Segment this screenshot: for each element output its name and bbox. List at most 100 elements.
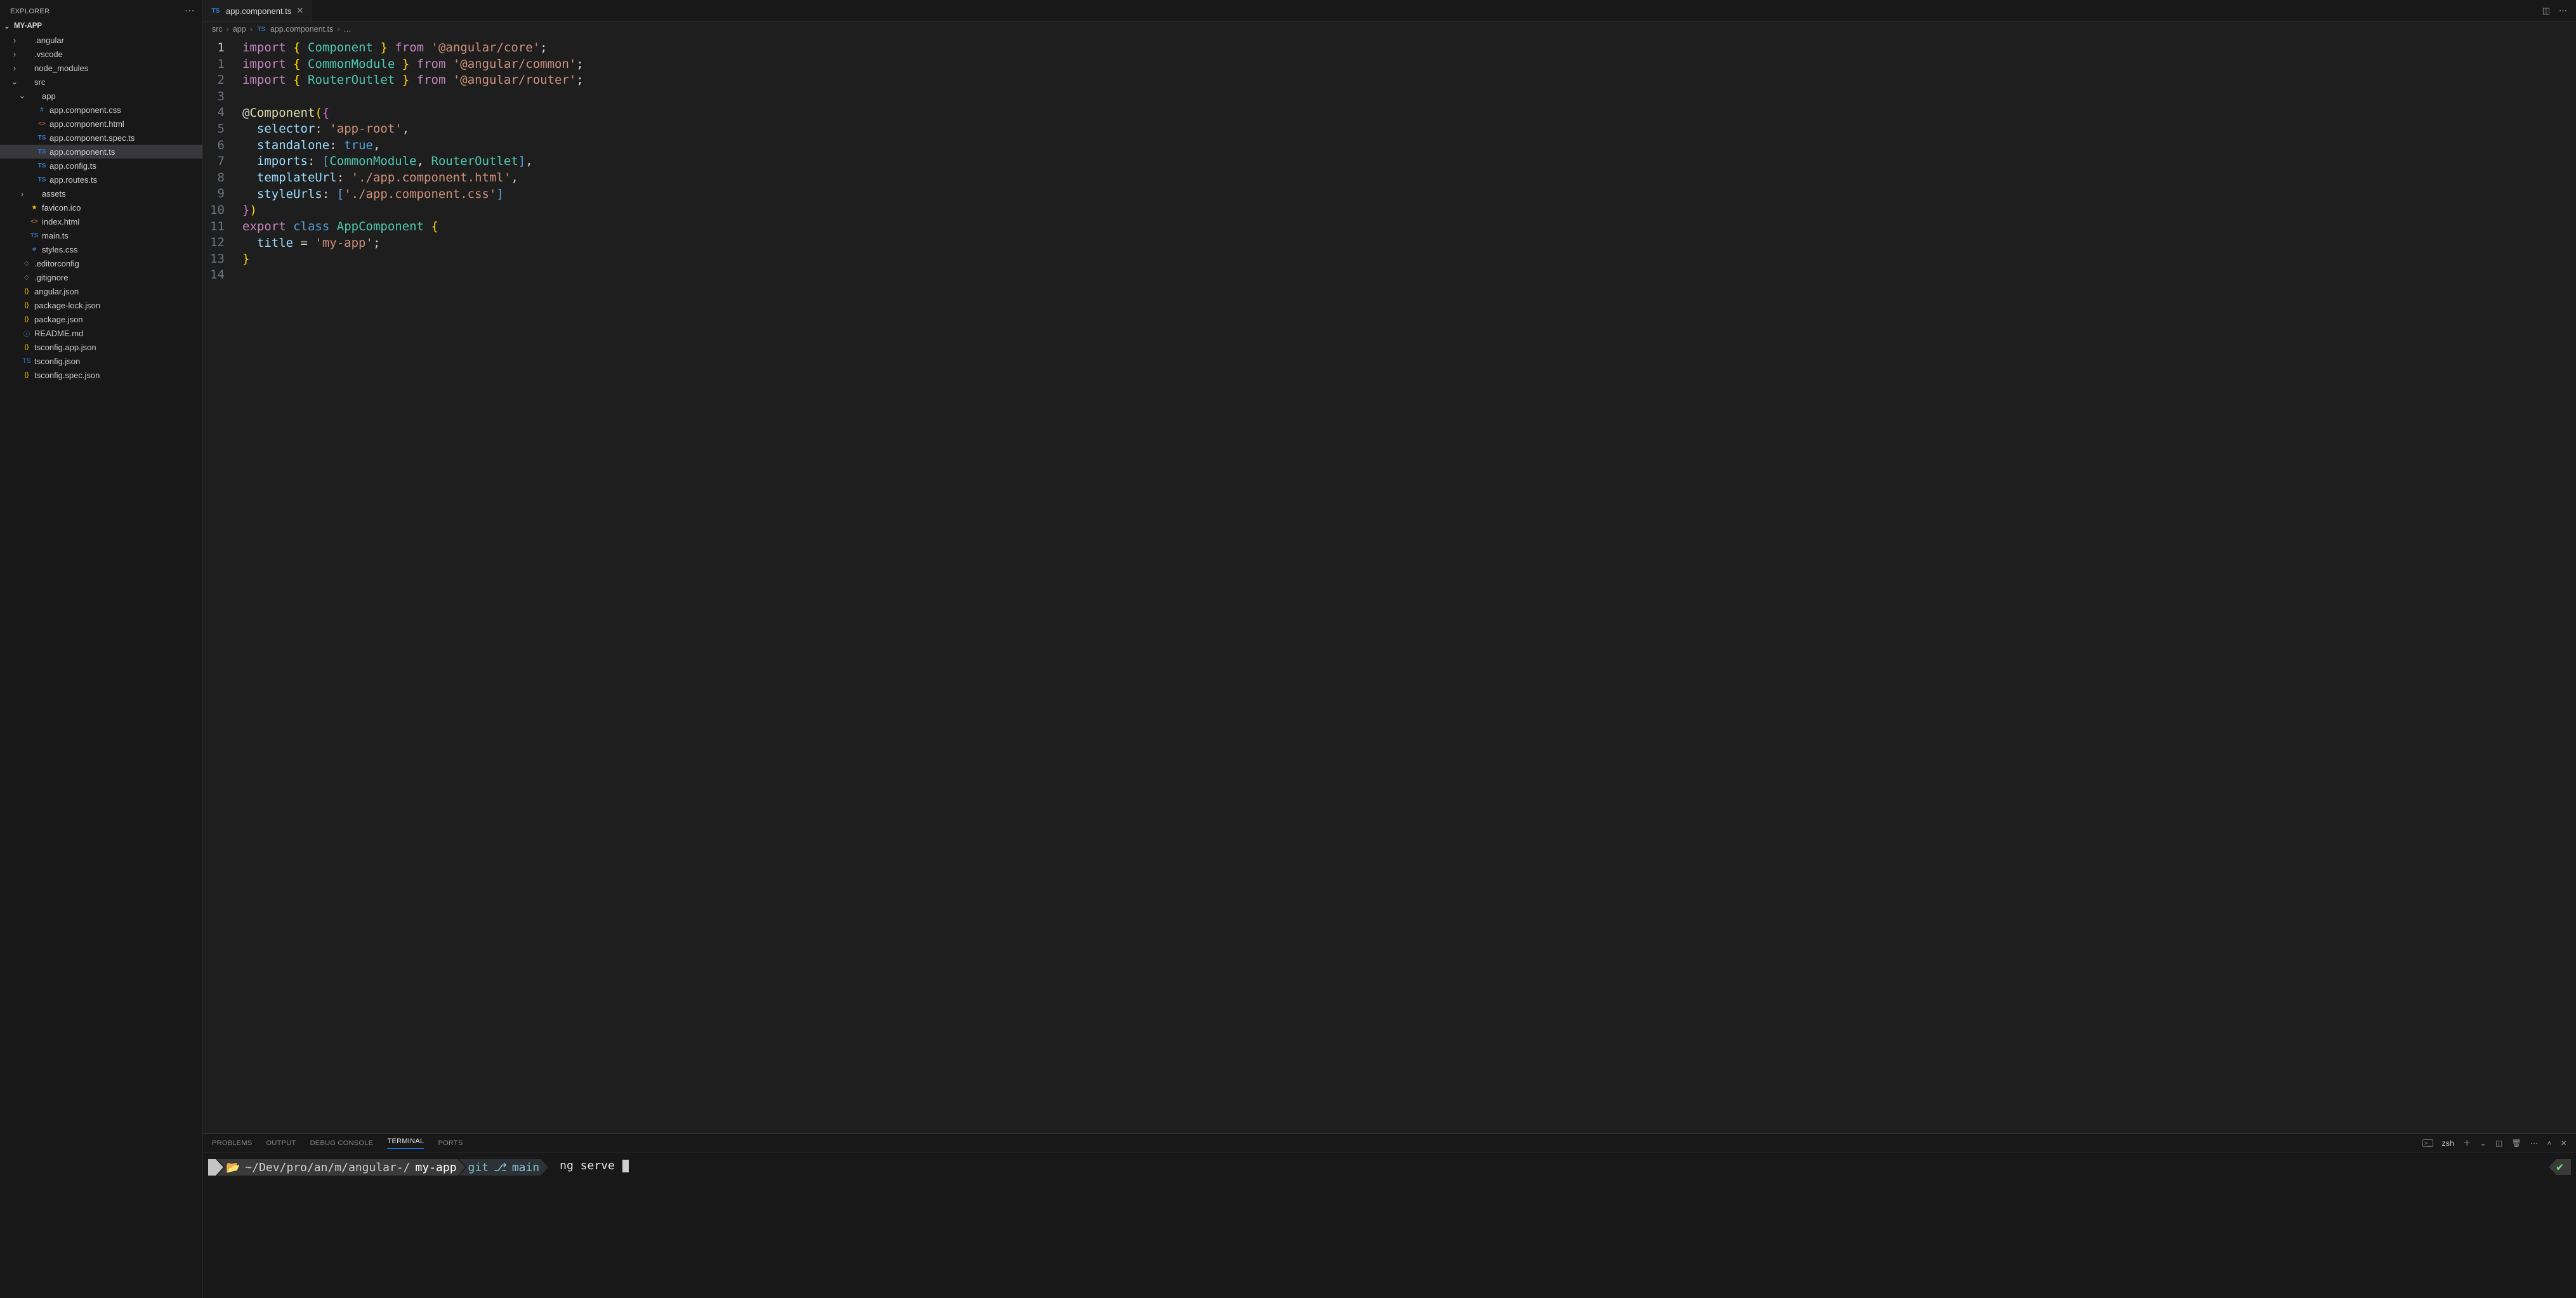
editor-tab[interactable]: TS app.component.ts ✕: [203, 0, 312, 21]
chevron-right-icon[interactable]: ›: [10, 49, 19, 59]
json-icon: {}: [22, 300, 32, 310]
panel-more-icon[interactable]: ⋯: [2530, 1139, 2538, 1148]
terminal-dropdown-icon[interactable]: ⌄: [2480, 1139, 2486, 1148]
branch-name: main: [512, 1161, 539, 1174]
chevron-down-icon: ⌄: [3, 22, 11, 30]
tree-file[interactable]: ★favicon.ico: [0, 200, 202, 214]
line-gutter: 11234567891011121314: [203, 40, 239, 1133]
status-ok-icon: ✔: [2549, 1159, 2571, 1175]
chevron-right-icon: ›: [250, 25, 253, 34]
info-icon: ⓘ: [22, 328, 32, 338]
chevron-right-icon[interactable]: ›: [18, 189, 27, 199]
tree-label: tsconfig.spec.json: [34, 370, 100, 380]
tree-label: package.json: [34, 315, 83, 324]
fold-icon: [22, 77, 32, 87]
tree-folder[interactable]: › .vscode: [0, 47, 202, 61]
tree-folder[interactable]: › node_modules: [0, 61, 202, 75]
panel-maximize-icon[interactable]: ˄: [2547, 1139, 2551, 1148]
fold-icon: [22, 49, 32, 59]
tree-folder[interactable]: ⌄ src: [0, 75, 202, 89]
panel-tab-debug-console[interactable]: DEBUG CONSOLE: [310, 1139, 374, 1147]
chevron-down-icon[interactable]: ⌄: [10, 77, 19, 87]
panel-tab-ports[interactable]: PORTS: [438, 1139, 463, 1147]
prompt-git-segment: git ⎇ main: [459, 1159, 549, 1176]
tree-file[interactable]: ◇.gitignore: [0, 270, 202, 284]
tree-file[interactable]: TSapp.component.ts: [0, 145, 202, 159]
tree-label: app.config.ts: [49, 161, 96, 171]
panel-close-icon[interactable]: ✕: [2561, 1139, 2567, 1148]
tree-file[interactable]: #app.component.css: [0, 103, 202, 117]
breadcrumb-item[interactable]: …: [343, 25, 352, 34]
path-last: my-app: [416, 1161, 457, 1174]
panel-tab-terminal[interactable]: TERMINAL: [387, 1137, 424, 1149]
tree-label: .vscode: [34, 49, 63, 59]
tree-file[interactable]: ⓘREADME.md: [0, 326, 202, 340]
tree-label: assets: [42, 189, 66, 199]
tree-file[interactable]: TSapp.config.ts: [0, 159, 202, 173]
tree-label: src: [34, 77, 45, 87]
tree-folder[interactable]: › assets: [0, 187, 202, 200]
kill-terminal-icon[interactable]: 🗑: [2511, 1139, 2521, 1148]
tree-file[interactable]: {}angular.json: [0, 284, 202, 298]
tree-file[interactable]: <>index.html: [0, 214, 202, 228]
css-icon: #: [37, 105, 47, 115]
json-icon: {}: [22, 286, 32, 296]
editor-more-icon[interactable]: ⋯: [2559, 6, 2567, 16]
html-icon: <>: [37, 119, 47, 129]
ts-icon: TS: [37, 133, 47, 143]
json-icon: {}: [22, 370, 32, 380]
tree-file[interactable]: TSmain.ts: [0, 228, 202, 242]
breadcrumb-item[interactable]: app: [233, 25, 246, 34]
project-root[interactable]: ⌄ MY-APP: [0, 20, 202, 33]
css-icon: #: [29, 244, 39, 254]
tree-file[interactable]: <>app.component.html: [0, 117, 202, 131]
tree-label: .gitignore: [34, 273, 68, 282]
panel-tabs: PROBLEMS OUTPUT DEBUG CONSOLE TERMINAL PORTS…: [203, 1134, 2576, 1153]
tree-folder[interactable]: ⌄app: [0, 89, 202, 103]
star-icon: ★: [29, 202, 39, 213]
tab-label: app.component.ts: [226, 6, 291, 16]
html-icon: <>: [29, 216, 39, 226]
tree-file[interactable]: {}package-lock.json: [0, 298, 202, 312]
ts-icon: TS: [37, 174, 47, 185]
tree-file[interactable]: {}package.json: [0, 312, 202, 326]
path-prefix: ~/Dev/pro/an/m/angular-/: [245, 1161, 410, 1174]
chevron-right-icon[interactable]: ›: [10, 36, 19, 45]
tree-file[interactable]: TSapp.routes.ts: [0, 173, 202, 187]
fold-icon: [22, 63, 32, 73]
ts-icon: TS: [256, 24, 266, 34]
tree-label: index.html: [42, 217, 79, 226]
tree-file[interactable]: TSapp.component.spec.ts: [0, 131, 202, 145]
breadcrumb-item[interactable]: src: [212, 25, 223, 34]
breadcrumb-item[interactable]: app.component.ts: [270, 25, 333, 34]
tree-label: node_modules: [34, 63, 88, 73]
breadcrumbs[interactable]: src›app›TSapp.component.ts›…: [203, 22, 2576, 37]
fold-icon: [22, 35, 32, 45]
terminal-command: ng serve: [560, 1159, 615, 1172]
tree-file[interactable]: #styles.css: [0, 242, 202, 256]
panel-tab-output[interactable]: OUTPUT: [266, 1139, 296, 1147]
tree-file[interactable]: {}tsconfig.spec.json: [0, 368, 202, 382]
terminal-profile-icon[interactable]: >_: [2422, 1139, 2433, 1147]
chevron-right-icon[interactable]: ›: [10, 63, 19, 73]
tree-label: tsconfig.app.json: [34, 343, 96, 352]
ts-icon: TS: [29, 230, 39, 240]
tree-file[interactable]: TStsconfig.json: [0, 354, 202, 368]
panel-tab-problems[interactable]: PROBLEMS: [212, 1139, 253, 1147]
shell-name: zsh: [2442, 1139, 2455, 1148]
code-editor[interactable]: 11234567891011121314 import { Component …: [203, 37, 2576, 1133]
tree-label: app.component.css: [49, 105, 121, 115]
split-editor-icon[interactable]: ◫: [2542, 6, 2550, 16]
close-icon[interactable]: ✕: [296, 6, 303, 16]
gray-icon: ◇: [22, 258, 32, 268]
tree-file[interactable]: ◇.editorconfig: [0, 256, 202, 270]
code-area[interactable]: import { Component } from '@angular/core…: [239, 40, 584, 1133]
new-terminal-icon[interactable]: ＋: [2463, 1137, 2471, 1148]
editor-tabbar: TS app.component.ts ✕ ◫ ⋯: [203, 0, 2576, 22]
tree-file[interactable]: {}tsconfig.app.json: [0, 340, 202, 354]
terminal[interactable]: 📂 ~/Dev/pro/an/m/angular-/my-app git ⎇ m…: [203, 1153, 2576, 1182]
split-terminal-icon[interactable]: ◫: [2495, 1139, 2503, 1148]
chevron-down-icon[interactable]: ⌄: [18, 91, 27, 101]
tree-folder[interactable]: ›.angular: [0, 33, 202, 47]
explorer-more-icon[interactable]: ⋯: [185, 6, 195, 16]
